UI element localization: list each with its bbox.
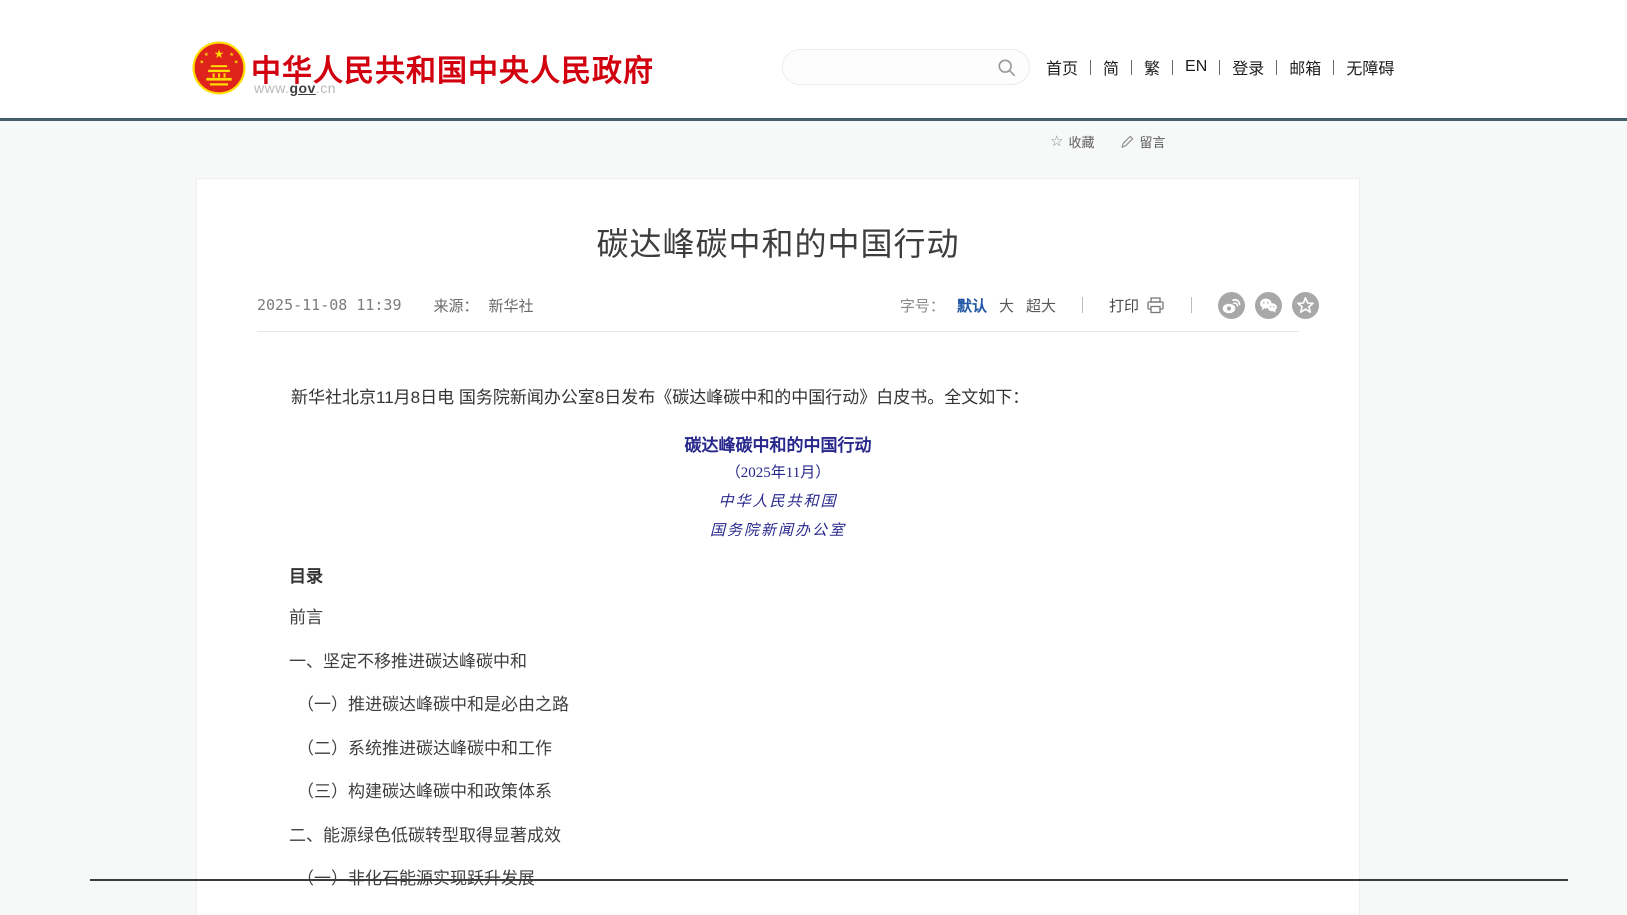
url-www: www.	[254, 80, 289, 96]
print-button[interactable]: 打印	[1109, 295, 1165, 316]
search-icon[interactable]	[997, 58, 1017, 78]
article-title: 碳达峰碳中和的中国行动	[197, 219, 1359, 265]
url-cn: .cn	[316, 80, 336, 96]
search-box	[782, 49, 1030, 85]
comment-button[interactable]: 留言	[1120, 132, 1165, 151]
document-issuer-office: 国务院新闻办公室	[197, 519, 1359, 540]
nav-mail[interactable]: 邮箱	[1277, 55, 1333, 79]
svg-text:★: ★	[204, 52, 209, 58]
site-url[interactable]: www.gov.cn	[254, 80, 336, 96]
favorite-star-share-icon[interactable]	[1292, 292, 1319, 319]
font-size-large-button[interactable]: 大	[999, 295, 1014, 316]
nav-traditional-chinese[interactable]: 繁	[1132, 55, 1172, 79]
toc-item-section2: 二、能源绿色低碳转型取得显著成效	[289, 821, 1299, 865]
publish-time: 2025-11-08 11:39	[257, 296, 402, 314]
url-gov: gov	[289, 80, 315, 96]
favorite-button[interactable]: ☆ 收藏	[1050, 132, 1094, 151]
national-emblem-icon: ★ ★ ★ ★ ★	[190, 36, 248, 98]
star-icon: ☆	[1050, 134, 1063, 149]
wechat-share-icon[interactable]	[1255, 292, 1282, 319]
svg-text:★: ★	[199, 59, 204, 65]
toc-item-section1-1: （一）推进碳达峰碳中和是必由之路	[289, 690, 1299, 734]
toc-item-section1: 一、坚定不移推进碳达峰碳中和	[289, 647, 1299, 691]
article-meta-row: 2025-11-08 11:39 来源： 新华社 字号： 默认 大 超大 打印	[257, 291, 1319, 319]
font-size-label: 字号：	[900, 295, 945, 316]
svg-text:★: ★	[229, 52, 234, 58]
pencil-icon	[1120, 135, 1134, 149]
article-card: 碳达峰碳中和的中国行动 2025-11-08 11:39 来源： 新华社 字号：…	[196, 178, 1360, 915]
lead-paragraph: 新华社北京11月8日电 国务院新闻办公室8日发布《碳达峰碳中和的中国行动》白皮书…	[257, 383, 1299, 413]
page-tools: ☆ 收藏 留言	[1050, 132, 1165, 151]
svg-text:★: ★	[214, 48, 225, 61]
favorite-label: 收藏	[1068, 132, 1094, 151]
toc-item-section1-3: （三）构建碳达峰碳中和政策体系	[289, 777, 1299, 821]
svg-text:★: ★	[234, 59, 239, 65]
print-label: 打印	[1109, 295, 1139, 316]
nav-accessibility[interactable]: 无障碍	[1334, 55, 1406, 79]
font-size-xlarge-button[interactable]: 超大	[1026, 295, 1056, 316]
toc-item-section1-2: （二）系统推进碳达峰碳中和工作	[289, 734, 1299, 778]
article-meta-right: 字号： 默认 大 超大 打印	[900, 292, 1319, 319]
nav-login[interactable]: 登录	[1220, 55, 1276, 79]
search-input[interactable]	[799, 50, 989, 84]
national-emblem-logo[interactable]: ★ ★ ★ ★ ★	[190, 36, 248, 98]
nav-english[interactable]: EN	[1173, 58, 1219, 76]
printer-icon	[1146, 297, 1165, 314]
source-label: 来源：	[434, 295, 479, 316]
nav-simplified-chinese[interactable]: 简	[1091, 55, 1131, 79]
document-title: 碳达峰碳中和的中国行动	[197, 431, 1359, 456]
meta-divider	[1191, 297, 1192, 313]
meta-divider	[1082, 297, 1083, 313]
document-date: （2025年11月）	[197, 461, 1359, 482]
viewport-bottom-rule	[90, 879, 1568, 881]
font-size-default-button[interactable]: 默认	[957, 295, 987, 316]
top-nav: 首页 简 繁 EN 登录 邮箱 无障碍	[1046, 55, 1406, 79]
nav-home[interactable]: 首页	[1046, 55, 1090, 79]
meta-divider-rule	[257, 331, 1299, 332]
toc-item-section2-1: （一）非化石能源实现跃升发展	[289, 864, 1299, 908]
table-of-contents: 前言 一、坚定不移推进碳达峰碳中和 （一）推进碳达峰碳中和是必由之路 （二）系统…	[289, 603, 1299, 908]
document-issuer-country: 中华人民共和国	[197, 490, 1359, 511]
share-icons	[1218, 292, 1319, 319]
comment-label: 留言	[1139, 132, 1165, 151]
toc-item-preface: 前言	[289, 603, 1299, 647]
site-header: ★ ★ ★ ★ ★ 中华人民共和国中央人民政府 www.gov.cn 首页 简 …	[0, 0, 1627, 118]
weibo-share-icon[interactable]	[1218, 292, 1245, 319]
source-name[interactable]: 新华社	[489, 295, 534, 316]
article-meta-left: 2025-11-08 11:39 来源： 新华社	[257, 295, 534, 316]
toc-heading: 目录	[289, 562, 323, 587]
